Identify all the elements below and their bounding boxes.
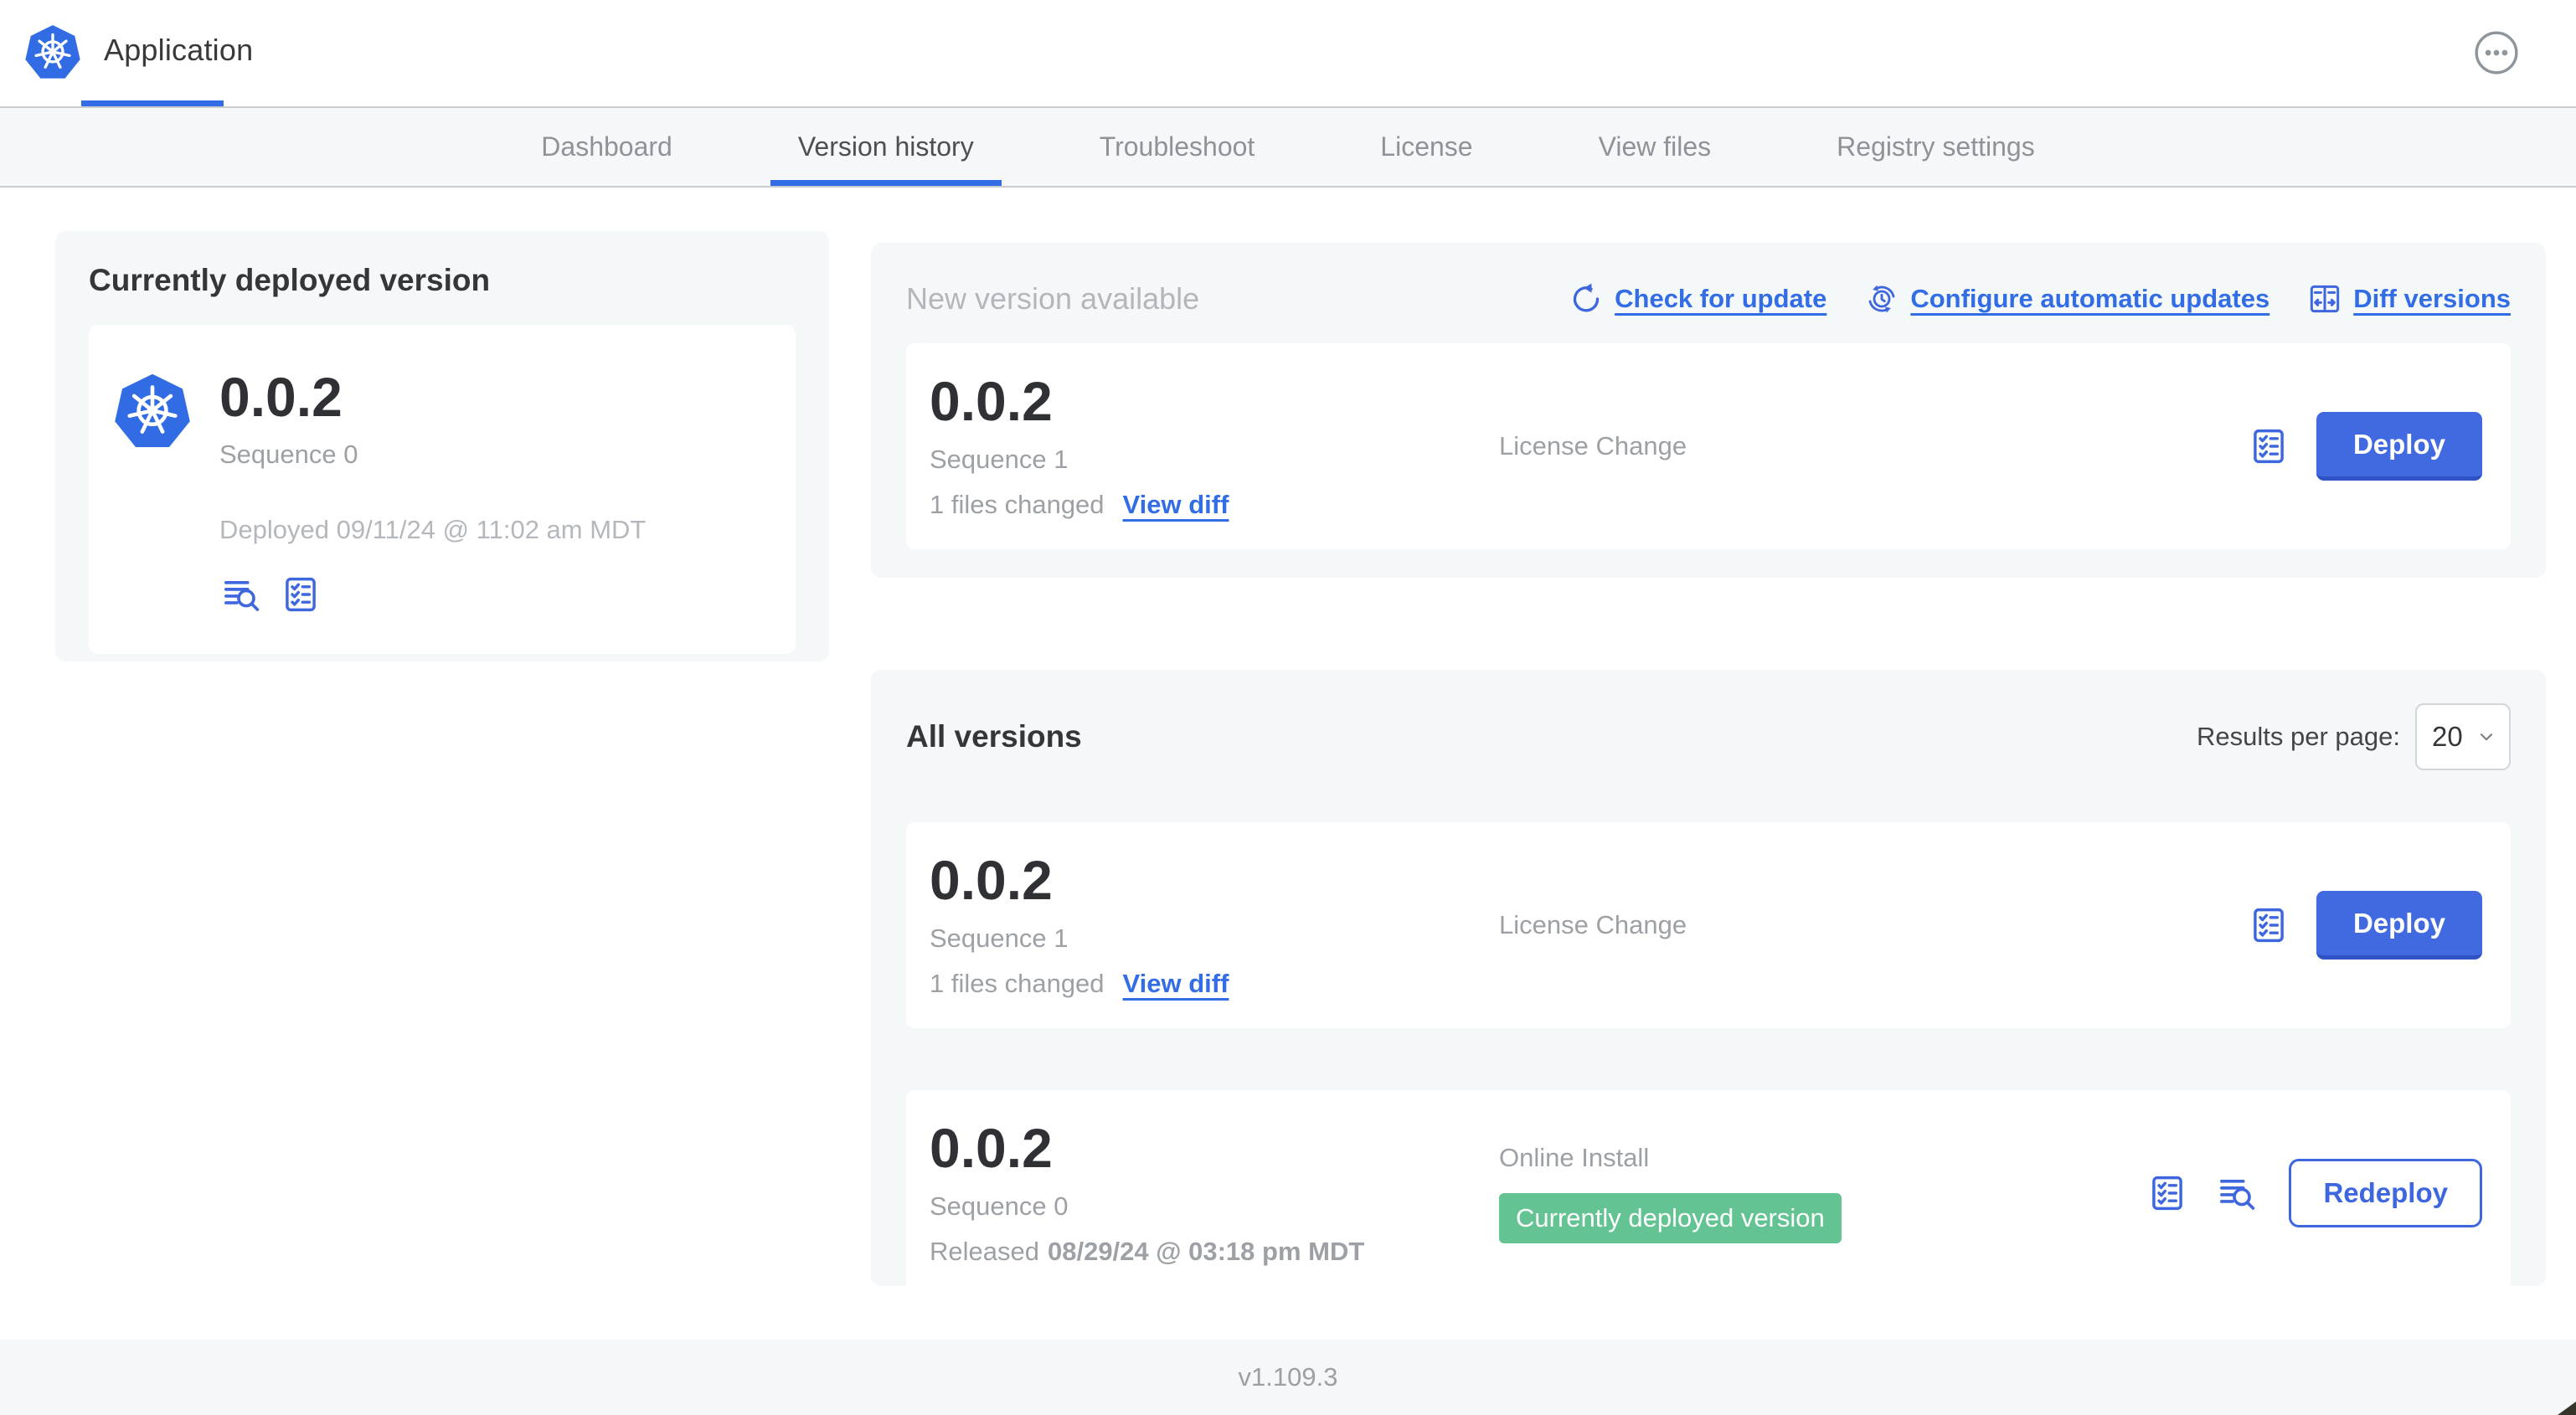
- chevron-down-icon: [2476, 726, 2497, 748]
- console-version-label: v1.109.3: [1238, 1362, 1338, 1392]
- version-status: License Change: [1499, 431, 2249, 461]
- tab-troubleshoot[interactable]: Troubleshoot: [1037, 108, 1318, 186]
- sequence-label: Sequence 1: [930, 923, 1069, 953]
- tab-label: Registry settings: [1837, 131, 2035, 162]
- tab-label: Version history: [797, 131, 974, 162]
- deploy-button[interactable]: Deploy: [2316, 412, 2482, 481]
- new-version-card: 0.0.2 Sequence 1 1 files changed View di…: [906, 343, 2511, 549]
- preflight-checks-icon: [2249, 427, 2288, 466]
- tab-view-files[interactable]: View files: [1536, 108, 1775, 186]
- deployed-timestamp: Deployed 09/11/24 @ 11:02 am MDT: [219, 515, 647, 545]
- deploy-logs-icon: [2215, 1174, 2260, 1212]
- version-row: 0.0.2 Sequence 0 Released 08/29/24 @ 03:1…: [906, 1090, 2511, 1296]
- version-status: Online Install Currently deployed versio…: [1499, 1143, 2148, 1243]
- redeploy-button[interactable]: Redeploy: [2289, 1159, 2482, 1227]
- release-notes-label: License Change: [1499, 431, 1687, 461]
- tab-label: Dashboard: [541, 131, 672, 162]
- deployed-version-details: 0.0.2 Sequence 0 Deployed 09/11/24 @ 11:…: [219, 368, 646, 614]
- released-timestamp: Released 08/29/24 @ 03:18 pm MDT: [930, 1236, 1365, 1266]
- results-per-page-label: Results per page:: [2197, 722, 2400, 751]
- app-title-active-underline: [81, 100, 224, 106]
- deploy-logs-button[interactable]: [219, 575, 265, 614]
- kubernetes-logo-icon: [23, 23, 82, 82]
- active-tab-underline: [770, 180, 1002, 186]
- currently-deployed-panel: Currently deployed version 0.0.2 Sequenc…: [55, 231, 829, 661]
- tab-registry-settings[interactable]: Registry settings: [1774, 108, 2098, 186]
- tab-label: View files: [1598, 131, 1712, 162]
- all-versions-title: All versions: [906, 719, 1082, 754]
- version-number: 0.0.2: [930, 1117, 1053, 1180]
- view-diff-link[interactable]: View diff: [1123, 490, 1229, 520]
- results-per-page-value: 20: [2432, 721, 2463, 752]
- tab-license[interactable]: License: [1317, 108, 1535, 186]
- preflight-checks-button[interactable]: [2148, 1174, 2187, 1212]
- preflight-checks-icon: [2148, 1174, 2187, 1212]
- sequence-label: Sequence 1: [930, 444, 1069, 474]
- view-diff-link[interactable]: View diff: [1123, 969, 1229, 999]
- preflight-checks-button[interactable]: [2249, 906, 2288, 944]
- all-versions-section: All versions Results per page: 20 0.0.2 …: [871, 670, 2546, 1296]
- tab-label: License: [1380, 131, 1473, 162]
- preflight-checks-icon: [2249, 906, 2288, 944]
- overflow-menu-button[interactable]: [2474, 30, 2519, 75]
- deployed-panel-title: Currently deployed version: [89, 263, 491, 297]
- preflight-checks-button[interactable]: [281, 575, 320, 614]
- version-info: 0.0.2 Sequence 1 1 files changed View di…: [930, 373, 1499, 519]
- version-number: 0.0.2: [930, 370, 1053, 433]
- app-title: Application: [104, 33, 254, 67]
- install-type-label: Online Install: [1499, 1143, 1650, 1172]
- refresh-icon: [1569, 282, 1603, 316]
- tab-version-history[interactable]: Version history: [735, 108, 1037, 186]
- kubernetes-app-icon: [112, 372, 193, 452]
- diff-versions-link[interactable]: Diff versions: [2308, 282, 2511, 316]
- new-version-section: New version available Check for update C…: [871, 243, 2546, 578]
- deploy-logs-button[interactable]: [2215, 1174, 2260, 1212]
- tab-bar: Dashboard Version history Troubleshoot L…: [0, 106, 2576, 188]
- version-number: 0.0.2: [930, 849, 1053, 912]
- version-info: 0.0.2 Sequence 0 Released 08/29/24 @ 03:1…: [930, 1119, 1499, 1266]
- results-per-page-select[interactable]: 20: [2415, 703, 2511, 770]
- auto-update-clock-icon: [1865, 282, 1899, 316]
- app-footer: v1.109.3: [0, 1340, 2576, 1415]
- configure-automatic-updates-link[interactable]: Configure automatic updates: [1865, 282, 2269, 316]
- version-status: License Change: [1499, 910, 2249, 940]
- deployed-version-card: 0.0.2 Sequence 0 Deployed 09/11/24 @ 11:…: [89, 325, 796, 655]
- deploy-button[interactable]: Deploy: [2316, 891, 2482, 960]
- files-changed-label: 1 files changed: [930, 968, 1105, 998]
- app-header: Application: [0, 0, 2576, 106]
- new-version-title: New version available: [906, 281, 1200, 316]
- files-changed-label: 1 files changed: [930, 489, 1105, 519]
- release-notes-label: License Change: [1499, 910, 1687, 939]
- ellipsis-icon: [2474, 30, 2519, 75]
- version-number: 0.0.2: [219, 366, 343, 428]
- preflight-checks-button[interactable]: [2249, 427, 2288, 466]
- tab-label: Troubleshoot: [1099, 131, 1255, 162]
- sequence-label: Sequence 0: [930, 1191, 1069, 1221]
- deploy-logs-icon: [219, 575, 265, 614]
- currently-deployed-badge: Currently deployed version: [1499, 1193, 1842, 1243]
- diff-icon: [2308, 282, 2342, 316]
- preflight-checks-icon: [281, 575, 320, 614]
- version-info: 0.0.2 Sequence 1 1 files changed View di…: [930, 852, 1499, 998]
- version-row: 0.0.2 Sequence 1 1 files changed View di…: [906, 822, 2511, 1028]
- check-for-update-link[interactable]: Check for update: [1569, 282, 1826, 316]
- sequence-label: Sequence 0: [219, 440, 358, 470]
- new-version-actions: Check for update Configure automatic upd…: [1569, 282, 2511, 316]
- tab-dashboard[interactable]: Dashboard: [478, 108, 735, 186]
- app-screen: Application Dashboard Version history Tr…: [0, 0, 2576, 1415]
